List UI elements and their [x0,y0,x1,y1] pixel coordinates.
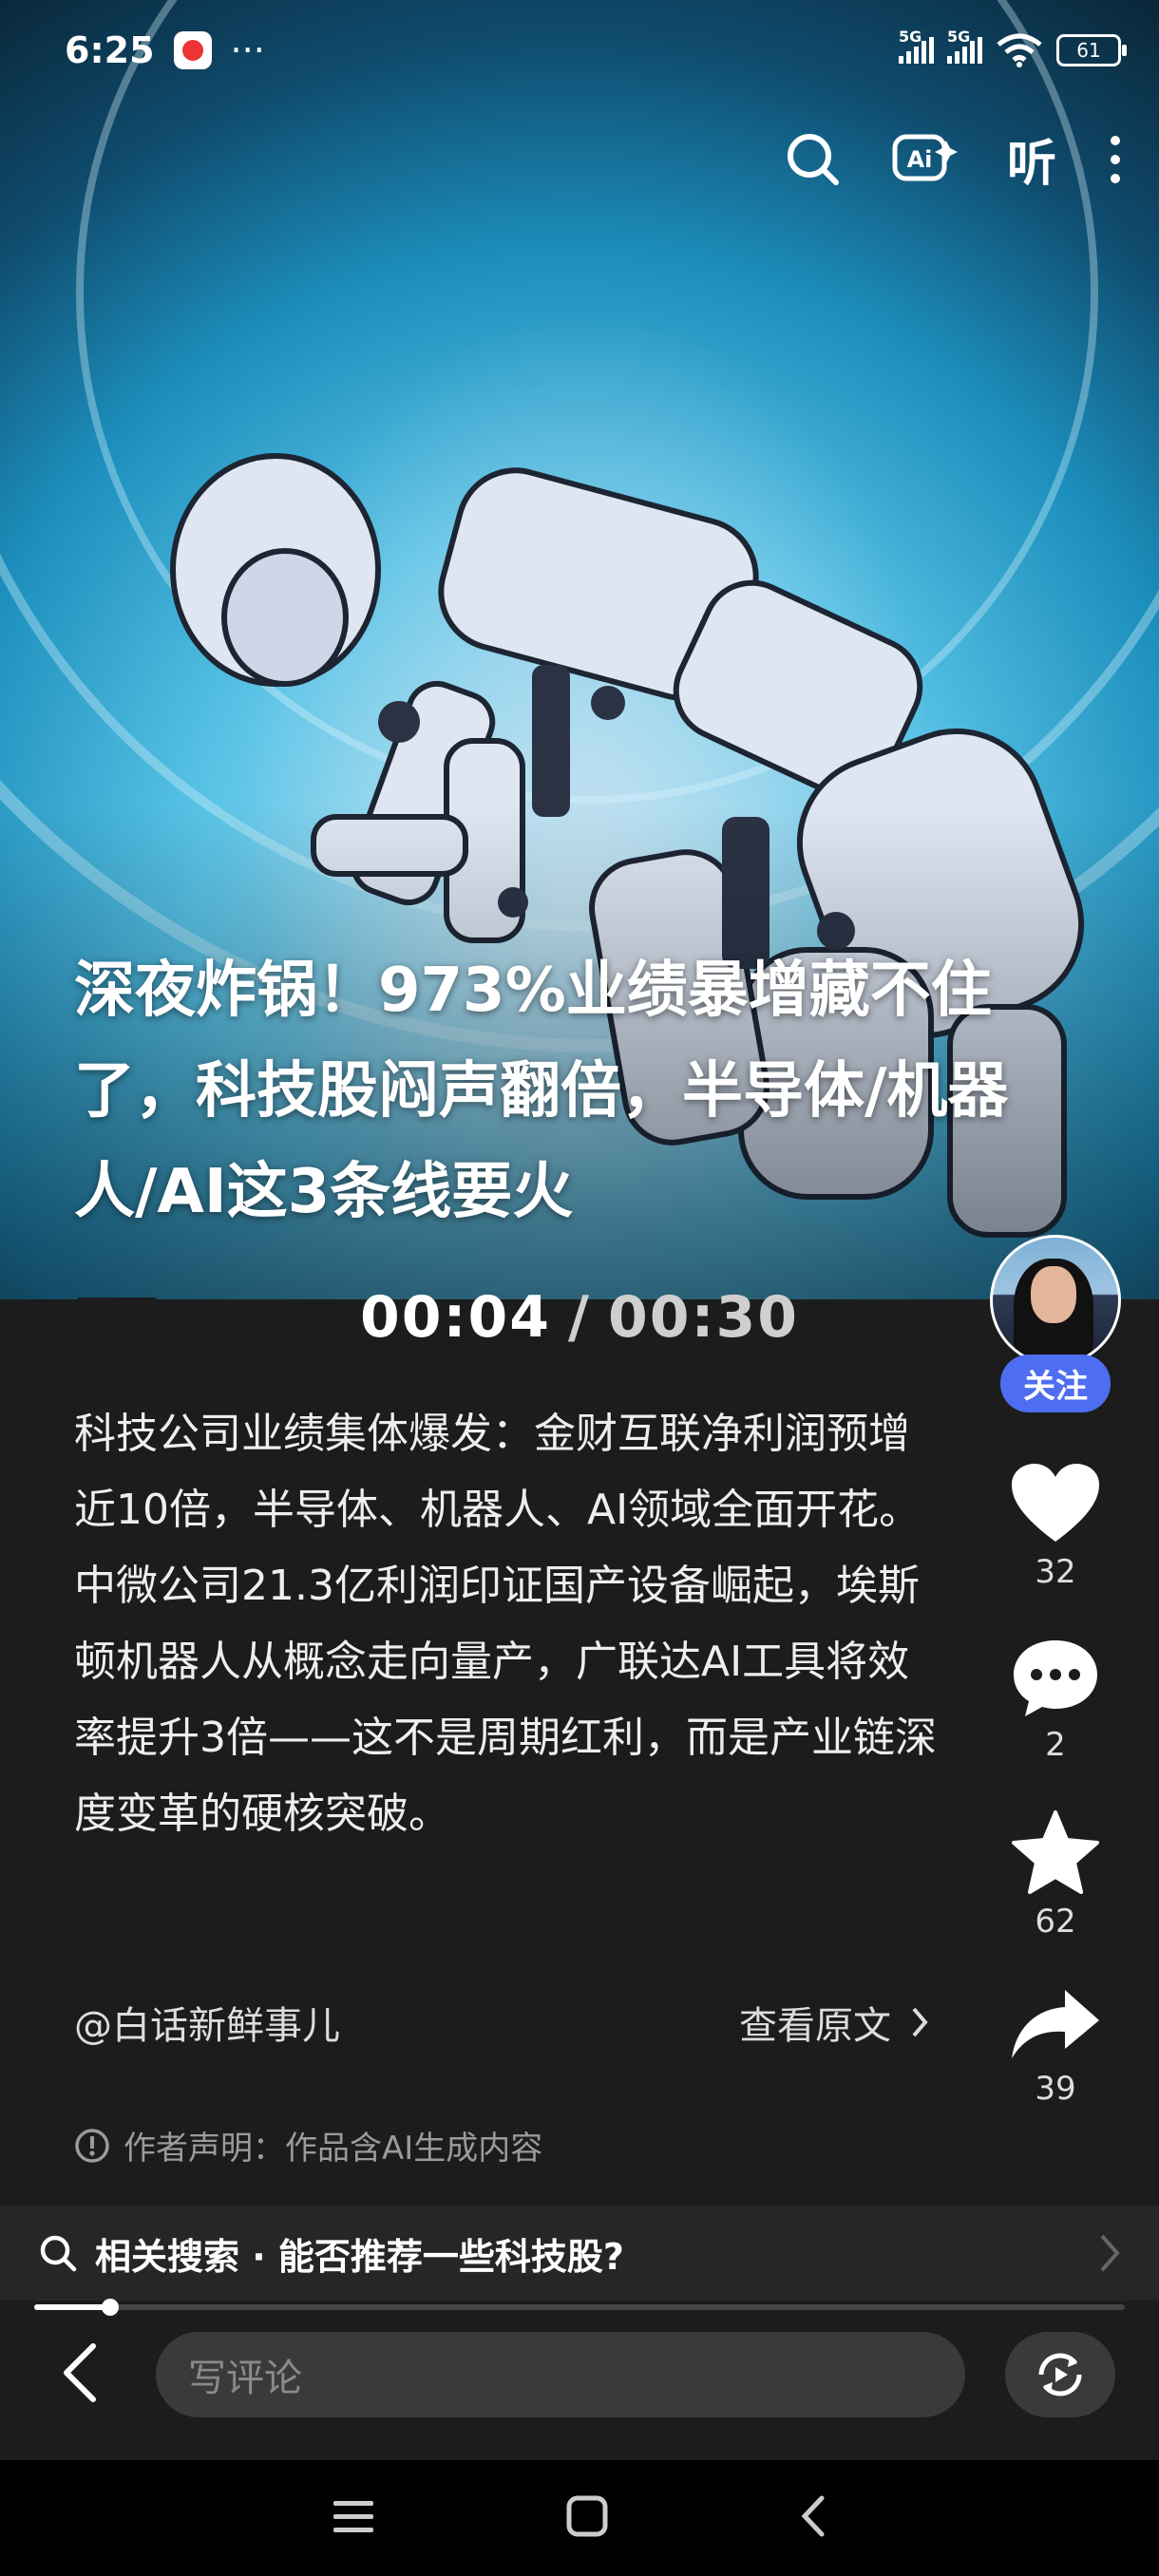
replay-icon [1038,2353,1082,2396]
network-label: 5G [947,28,971,46]
ai-declaration: 作者声明：作品含AI生成内容 [74,2122,542,2169]
wifi-icon [997,33,1042,67]
network-label: 5G [899,28,922,46]
comment-action[interactable]: 2 [1010,1637,1101,1764]
author-name[interactable]: @白话新鲜事儿 [74,1995,340,2050]
battery-icon: 61 [1056,34,1127,66]
heart-icon [1012,1464,1099,1542]
side-actions: 关注 32 2 62 39 [984,1235,1127,2108]
progress-fill [34,2304,111,2310]
article-description: 科技公司业绩集体爆发：金财互联净利润预增近10倍，半导体、机器人、AI领域全面开… [74,1410,937,1838]
duration: 00:30 [607,1284,799,1351]
view-original-label: 查看原文 [739,2004,891,2048]
chevron-right-icon [1100,2234,1120,2272]
signal-icon: 5G [947,28,982,64]
menu-icon[interactable] [332,2497,375,2539]
share-icon [1012,1990,1099,2058]
baidu-app-icon [173,31,212,69]
chevron-right-icon [912,2007,928,2037]
info-icon [75,2128,109,2163]
hero-image[interactable]: 6:25 ··· 5G 5G 61 Ai 听 深夜炸锅！973%业绩暴增藏不住了… [0,0,1159,1299]
star-icon [1012,1810,1099,1894]
back-arrow-icon [64,2343,96,2402]
comment-count: 2 [1045,1726,1066,1764]
time-separator: / [568,1284,591,1351]
system-nav-bar [0,2460,1159,2576]
signal-icon: 5G [899,28,934,64]
video-progress-bar[interactable] [34,2299,1125,2316]
ai-label: Ai [907,146,933,173]
progress-handle[interactable] [102,2299,120,2316]
ai-assistant-icon[interactable]: Ai [891,131,958,188]
bottom-bar: 写评论 [0,2318,1159,2432]
back-button[interactable] [61,2342,99,2407]
home-icon[interactable] [565,2494,609,2542]
follow-button[interactable]: 关注 [1000,1354,1111,1412]
listen-button[interactable]: 听 [1007,123,1056,195]
declaration-text: 作者声明：作品含AI生成内容 [124,2130,543,2168]
share-action[interactable]: 39 [1010,1986,1101,2108]
status-time: 6:25 [65,29,155,71]
search-icon[interactable] [785,131,842,188]
replay-button[interactable] [1005,2332,1115,2417]
search-icon [38,2233,78,2273]
top-toolbar: Ai 听 [785,123,1125,195]
favorite-action[interactable]: 62 [1010,1809,1101,1941]
status-more: ··· [230,29,265,71]
back-icon[interactable] [799,2494,827,2542]
like-count: 32 [1035,1553,1076,1591]
avatar[interactable] [990,1235,1121,1366]
view-original-link[interactable]: 查看原文 [739,1995,929,2050]
related-search-bar[interactable]: 相关搜索 · 能否推荐一些科技股? [0,2206,1159,2301]
comment-placeholder: 写评论 [188,2357,302,2400]
current-time: 00:04 [360,1284,552,1351]
related-search-text: 相关搜索 · 能否推荐一些科技股? [95,2235,624,2278]
article-title: 深夜炸锅！973%业绩暴增藏不住了，科技股闷声翻倍，半导体/机器人/AI这3条线… [74,956,1009,1227]
more-vertical-icon[interactable] [1106,131,1125,188]
like-action[interactable]: 32 [1010,1462,1101,1591]
status-bar: 6:25 ··· 5G 5G 61 [65,27,1127,74]
author-row: @白话新鲜事儿 查看原文 [74,1995,929,2050]
comment-icon [1014,1640,1097,1716]
share-count: 39 [1035,2070,1076,2108]
favorite-count: 62 [1035,1903,1076,1941]
comment-input[interactable]: 写评论 [156,2332,965,2417]
